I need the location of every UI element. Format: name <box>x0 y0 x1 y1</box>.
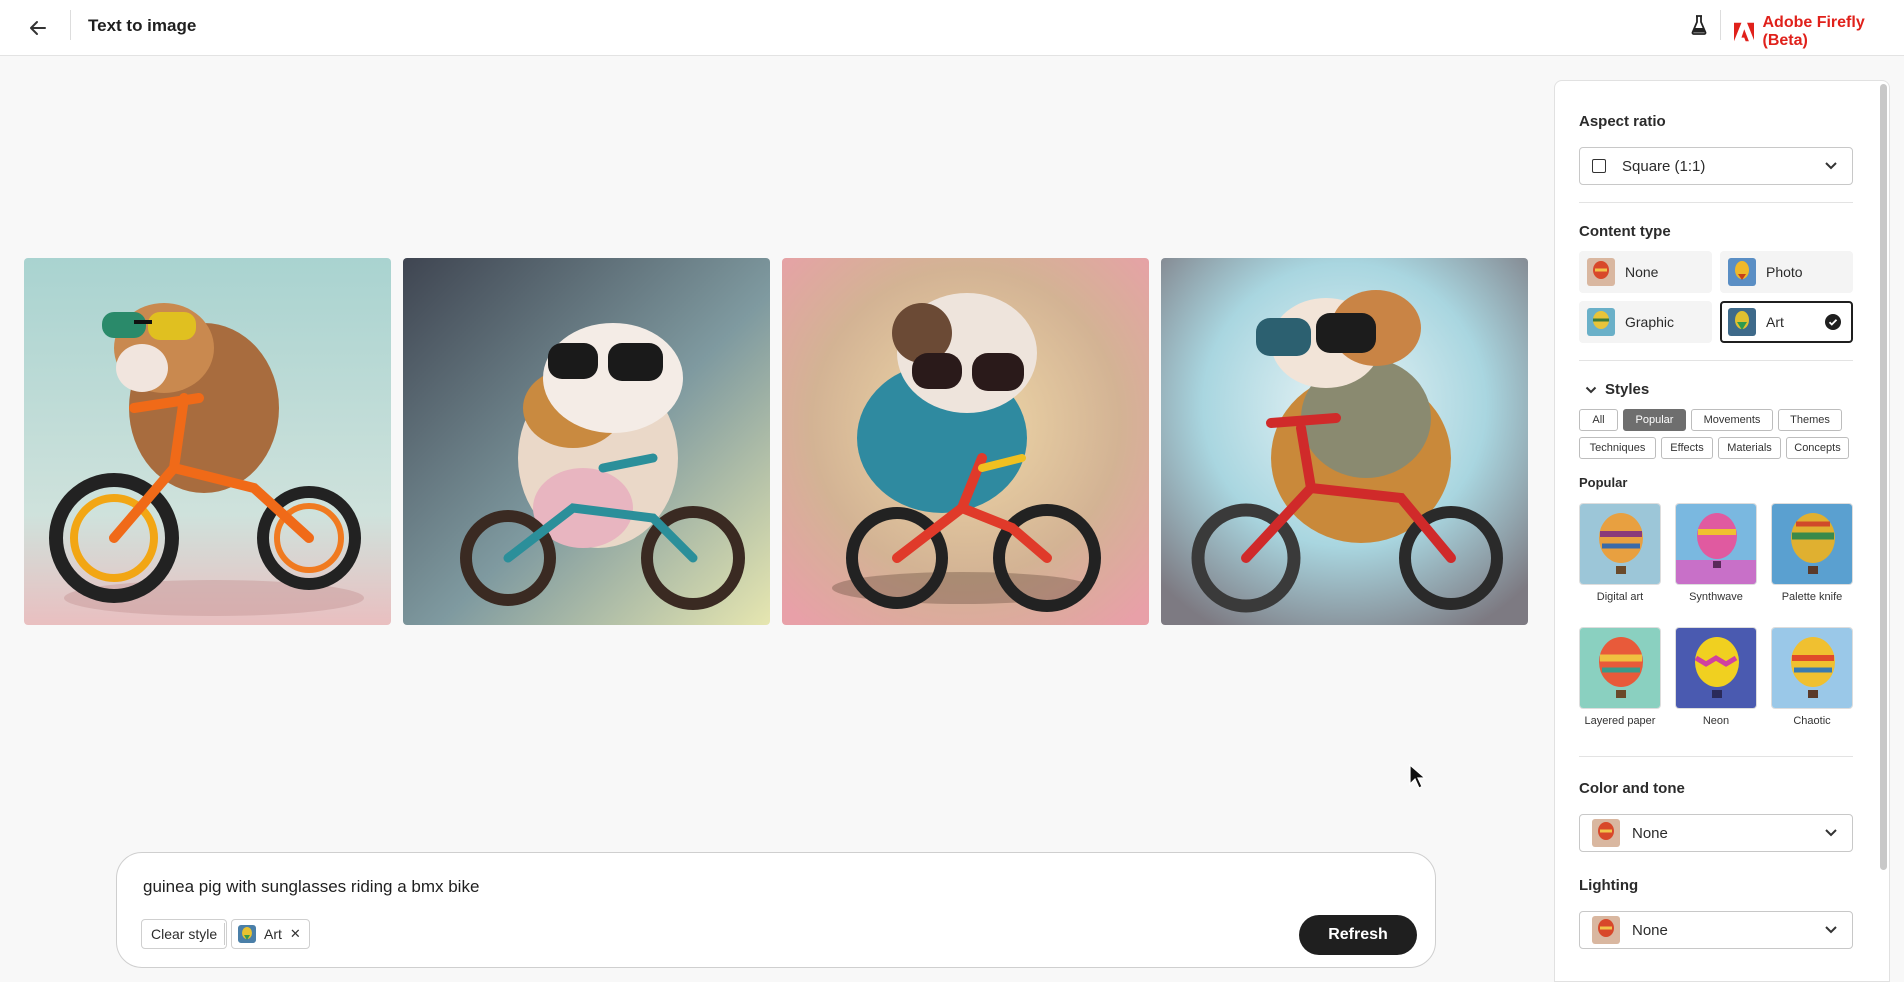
style-thumbnail <box>1675 627 1757 709</box>
prompt-input[interactable]: guinea pig with sunglasses riding a bmx … <box>143 877 479 897</box>
color-and-tone-dropdown[interactable]: None <box>1579 814 1853 852</box>
balloon-thumbnail-icon <box>1592 819 1620 847</box>
chevron-down-icon <box>1825 926 1837 934</box>
content-type-photo[interactable]: Photo <box>1720 251 1853 293</box>
style-name: Layered paper <box>1584 715 1656 727</box>
chevron-down-icon <box>1585 386 1597 393</box>
settings-panel: Aspect ratio Square (1:1) Content type N… <box>1554 80 1890 982</box>
content-type-label: Content type <box>1579 223 1671 240</box>
adobe-firefly-brand[interactable]: Adobe Firefly (Beta) <box>1734 14 1904 50</box>
chip-divider <box>224 923 225 945</box>
filter-concepts[interactable]: Concepts <box>1786 437 1849 459</box>
style-name: Digital art <box>1596 591 1644 603</box>
section-divider <box>1579 756 1853 757</box>
content-type-label: None <box>1625 264 1659 280</box>
popular-section-label: Popular <box>1579 475 1628 490</box>
style-grid: Digital art Synthwave Palette knife Laye… <box>1579 503 1853 751</box>
filter-popular[interactable]: Popular <box>1623 409 1686 431</box>
content-type-options: None Photo Graphic Art <box>1579 251 1853 343</box>
beaker-icon[interactable] <box>1688 12 1710 38</box>
balloon-thumbnail-icon <box>1728 308 1756 336</box>
balloon-thumbnail-icon <box>1587 308 1615 336</box>
lighting-dropdown[interactable]: None <box>1579 911 1853 949</box>
square-icon <box>1592 159 1606 173</box>
content-type-label: Art <box>1766 314 1784 330</box>
refresh-button[interactable]: Refresh <box>1299 915 1417 955</box>
brand-name: Adobe Firefly (Beta) <box>1762 14 1865 49</box>
style-layered-paper[interactable]: Layered paper <box>1579 627 1661 751</box>
style-chaotic[interactable]: Chaotic <box>1771 627 1853 751</box>
chevron-down-icon <box>1825 162 1837 170</box>
style-synthwave[interactable]: Synthwave <box>1675 503 1757 627</box>
content-type-none[interactable]: None <box>1579 251 1712 293</box>
style-chip-label: Art <box>264 926 282 942</box>
color-and-tone-label: Color and tone <box>1579 780 1685 797</box>
image-gallery <box>24 258 1528 625</box>
checkmark-icon <box>1825 314 1841 330</box>
style-thumbnail <box>1771 503 1853 585</box>
generated-image-2[interactable] <box>403 258 770 625</box>
style-name: Neon <box>1702 715 1730 727</box>
style-chip-art[interactable]: Art ✕ <box>231 919 310 949</box>
content-type-label: Graphic <box>1625 314 1675 330</box>
content-type-label: Photo <box>1766 264 1803 280</box>
header-divider <box>70 10 71 40</box>
color-and-tone-value: None <box>1632 824 1668 842</box>
style-thumbnail <box>1675 503 1757 585</box>
balloon-thumbnail-icon <box>1592 916 1620 944</box>
art-thumbnail-icon <box>238 925 256 943</box>
prompt-bar[interactable]: guinea pig with sunglasses riding a bmx … <box>116 852 1436 968</box>
content-type-art[interactable]: Art <box>1720 301 1853 343</box>
style-filter-row-1: All Popular Movements Themes <box>1579 409 1855 431</box>
section-divider <box>1579 202 1853 203</box>
panel-scrollbar[interactable] <box>1880 84 1887 870</box>
aspect-ratio-label: Aspect ratio <box>1579 113 1666 130</box>
filter-techniques[interactable]: Techniques <box>1579 437 1656 459</box>
style-thumbnail <box>1579 627 1661 709</box>
filter-movements[interactable]: Movements <box>1691 409 1773 431</box>
style-digital-art[interactable]: Digital art <box>1579 503 1661 627</box>
lighting-value: None <box>1632 921 1668 939</box>
balloon-thumbnail-icon <box>1587 258 1615 286</box>
back-button[interactable] <box>22 12 54 44</box>
balloon-thumbnail-icon <box>1728 258 1756 286</box>
generated-image-4[interactable] <box>1161 258 1528 625</box>
styles-section-toggle[interactable]: Styles <box>1585 381 1649 398</box>
adobe-logo-icon <box>1734 22 1755 42</box>
styles-label: Styles <box>1605 381 1650 398</box>
page-title: Text to image <box>88 16 197 35</box>
remove-style-icon[interactable]: ✕ <box>290 926 301 942</box>
generated-image-3[interactable] <box>782 258 1149 625</box>
style-thumbnail <box>1771 627 1853 709</box>
arrow-left-icon <box>30 21 46 35</box>
filter-materials[interactable]: Materials <box>1718 437 1781 459</box>
app-header: Text to image Adobe Firefly (Beta) <box>0 0 1904 56</box>
style-name: Synthwave <box>1689 591 1743 603</box>
style-thumbnail <box>1579 503 1661 585</box>
style-name: Palette knife <box>1781 591 1843 603</box>
filter-effects[interactable]: Effects <box>1661 437 1713 459</box>
style-filter-row-2: Techniques Effects Materials Concepts <box>1579 437 1855 459</box>
lighting-label: Lighting <box>1579 877 1639 894</box>
aspect-ratio-dropdown[interactable]: Square (1:1) <box>1579 147 1853 185</box>
generated-image-1[interactable] <box>24 258 391 625</box>
style-palette-knife[interactable]: Palette knife <box>1771 503 1853 627</box>
chevron-down-icon <box>1825 829 1837 837</box>
header-divider <box>1720 10 1721 40</box>
clear-style-button[interactable]: Clear style <box>141 919 228 949</box>
filter-all[interactable]: All <box>1579 409 1618 431</box>
section-divider <box>1579 360 1853 361</box>
style-neon[interactable]: Neon <box>1675 627 1757 751</box>
aspect-ratio-value: Square (1:1) <box>1622 157 1706 175</box>
filter-themes[interactable]: Themes <box>1778 409 1842 431</box>
content-type-graphic[interactable]: Graphic <box>1579 301 1712 343</box>
style-name: Chaotic <box>1793 715 1831 727</box>
mouse-cursor-icon <box>1409 763 1427 795</box>
